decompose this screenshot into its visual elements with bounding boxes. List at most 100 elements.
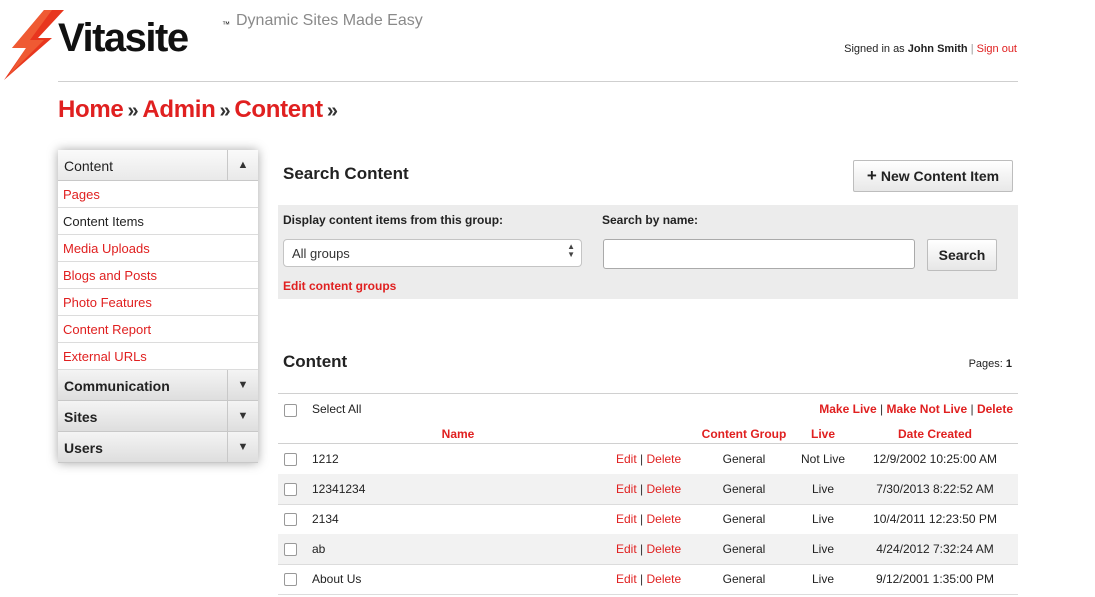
sidebar-item-photo-features[interactable]: Photo Features <box>58 289 258 316</box>
table-header: Name Content Group Live Date Created <box>278 425 1018 444</box>
separator: | <box>640 452 644 466</box>
row-live-status: Live <box>811 542 834 556</box>
column-header-name[interactable]: Name <box>408 427 508 441</box>
sidebar-item-label: External URLs <box>63 349 147 364</box>
row-checkbox[interactable] <box>284 543 297 556</box>
pages-label: Pages: <box>968 358 1003 370</box>
select-all-label: Select All <box>312 402 362 416</box>
bulk-actions: Make Live | Make Not Live | Delete <box>819 402 1013 416</box>
column-header-live[interactable]: Live <box>793 427 853 441</box>
column-header-content-group[interactable]: Content Group <box>694 427 794 441</box>
row-checkbox[interactable] <box>284 513 297 526</box>
row-actions: Edit | Delete <box>616 482 681 496</box>
breadcrumb-separator: » <box>326 100 338 122</box>
sidebar-section-label: Users <box>64 440 103 456</box>
sidebar-item-label: Content Report <box>63 322 152 337</box>
user-name: John Smith <box>907 43 968 55</box>
row-name: About Us <box>312 572 362 586</box>
row-date-created: 9/12/2001 1:35:00 PM <box>875 572 995 586</box>
sidebar-item-label: Content Items <box>63 214 144 229</box>
search-button[interactable]: Search <box>927 239 997 271</box>
row-delete-link[interactable]: Delete <box>647 452 682 466</box>
make-not-live-link[interactable]: Make Not Live <box>886 402 967 416</box>
row-content-group: General <box>722 482 766 496</box>
row-edit-link[interactable]: Edit <box>616 572 637 586</box>
row-checkbox[interactable] <box>284 453 297 466</box>
row-delete-link[interactable]: Delete <box>647 512 682 526</box>
row-actions: Edit | Delete <box>616 512 681 526</box>
row-checkbox[interactable] <box>284 573 297 586</box>
sign-out-link[interactable]: Sign out <box>977 43 1017 55</box>
group-select-value: All groups <box>292 246 350 261</box>
row-name: 1212 <box>312 452 339 466</box>
row-delete-link[interactable]: Delete <box>647 572 682 586</box>
group-filter-label: Display content items from this group: <box>283 213 504 227</box>
select-arrows-icon: ▲ ▼ <box>567 242 575 259</box>
row-date-created: 4/24/2012 7:32:24 AM <box>876 542 994 556</box>
row-live-status: Live <box>811 482 834 496</box>
search-content-title: Search Content <box>283 164 409 183</box>
separator: | <box>970 43 974 55</box>
table-toolbar: Select All Make Live | Make Not Live | D… <box>278 396 1018 422</box>
table-divider <box>278 393 1018 394</box>
sidebar-item-media-uploads[interactable]: Media Uploads <box>58 235 258 262</box>
column-header-date-created[interactable]: Date Created <box>875 427 995 441</box>
row-checkbox[interactable] <box>284 483 297 496</box>
trademark-mark: ™ <box>222 20 230 29</box>
plus-icon: + <box>866 166 877 185</box>
new-content-item-label: New Content Item <box>880 168 1000 184</box>
sidebar-section-sites[interactable]: Sites ▼ <box>58 401 258 432</box>
sidebar-section-label: Communication <box>64 378 170 394</box>
row-edit-link[interactable]: Edit <box>616 452 637 466</box>
vitasite-logo[interactable]: Vitasite ™ <box>0 8 240 83</box>
sidebar-item-blogs-and-posts[interactable]: Blogs and Posts <box>58 262 258 289</box>
row-actions: Edit | Delete <box>616 452 681 466</box>
row-delete-link[interactable]: Delete <box>647 542 682 556</box>
sidebar-section-label: Content <box>64 158 114 174</box>
sidebar-item-pages[interactable]: Pages <box>58 181 258 208</box>
table-row: 12341234 Edit | Delete General Live 7/30/201… <box>278 474 1018 505</box>
separator: | <box>640 512 644 526</box>
expand-arrow-icon[interactable]: ▼ <box>227 432 258 462</box>
row-content-group: General <box>722 452 766 466</box>
sidebar-section-communication[interactable]: Communication ▼ <box>58 370 258 401</box>
separator: | <box>640 572 644 586</box>
make-live-link[interactable]: Make Live <box>819 402 876 416</box>
breadcrumb-admin[interactable]: Admin <box>142 96 215 123</box>
page-link[interactable]: 1 <box>1006 358 1012 370</box>
group-select[interactable]: All groups ▲ ▼ <box>283 239 582 267</box>
breadcrumb: Home» Admin» Content» <box>58 96 342 124</box>
table-row: 1212 Edit | Delete General Not Live 12/9/200… <box>278 444 1018 475</box>
sidebar-section-users[interactable]: Users ▼ <box>58 432 258 463</box>
expand-arrow-icon[interactable]: ▼ <box>227 370 258 400</box>
table-row: ab Edit | Delete General Live 4/24/2012 7:32… <box>278 534 1018 565</box>
breadcrumb-home[interactable]: Home <box>58 96 124 123</box>
sidebar-item-external-urls[interactable]: External URLs <box>58 343 258 370</box>
sidebar-item-label: Blogs and Posts <box>63 268 157 283</box>
row-edit-link[interactable]: Edit <box>616 542 637 556</box>
row-content-group: General <box>722 542 766 556</box>
sidebar-item-content-report[interactable]: Content Report <box>58 316 258 343</box>
select-all-checkbox[interactable] <box>284 404 297 417</box>
new-content-item-button[interactable]: + New Content Item <box>853 160 1013 192</box>
row-edit-link[interactable]: Edit <box>616 482 637 496</box>
row-delete-link[interactable]: Delete <box>647 482 682 496</box>
sidebar-section-content[interactable]: Content ▲ <box>58 150 258 181</box>
edit-content-groups-link[interactable]: Edit content groups <box>283 279 396 293</box>
breadcrumb-separator: » <box>127 100 139 122</box>
row-content-group: General <box>722 512 766 526</box>
search-panel: Display content items from this group: S… <box>278 205 1018 299</box>
pagination: Pages: 1 <box>969 358 1012 370</box>
collapse-arrow-icon[interactable]: ▲ <box>227 150 258 180</box>
row-edit-link[interactable]: Edit <box>616 512 637 526</box>
separator: | <box>640 482 644 496</box>
search-name-input[interactable] <box>603 239 915 269</box>
signed-in-status: Signed in as John Smith | Sign out <box>844 43 1017 55</box>
row-live-status: Live <box>811 512 834 526</box>
bulk-delete-link[interactable]: Delete <box>977 402 1013 416</box>
separator: | <box>970 402 974 416</box>
sidebar-item-content-items[interactable]: Content Items <box>58 208 258 235</box>
breadcrumb-content[interactable]: Content <box>234 96 323 123</box>
table-row: About Us Edit | Delete General Live 9/12/200… <box>278 564 1018 595</box>
expand-arrow-icon[interactable]: ▼ <box>227 401 258 431</box>
